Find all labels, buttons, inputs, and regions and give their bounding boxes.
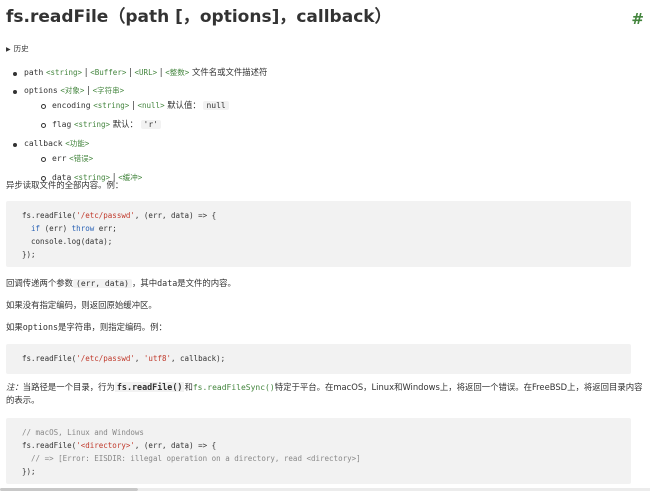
paragraph-options-string: 如果options是字符串，则指定编码。例： — [6, 322, 167, 332]
type-link[interactable]: <Buffer> — [90, 68, 126, 77]
page-title: fs.readFile（path [，options]，callback） — [6, 7, 392, 27]
history-label: 历史 — [13, 44, 29, 53]
param-name: path — [24, 68, 44, 77]
code-block-example-3: // macOS, Linux and Windows fs.readFile(… — [6, 418, 631, 484]
param-data: data <string> | <缓冲> — [40, 171, 632, 184]
history-toggle[interactable]: ▶ 历史 — [6, 43, 29, 54]
type-link[interactable]: <功能> — [65, 139, 89, 148]
paragraph-callback-args: 回调传递两个参数 (err, data) ，其中data是文件的内容。 — [6, 278, 236, 288]
type-link[interactable]: <null> — [138, 101, 165, 110]
paragraph-note: 注：当路径是一个目录，行为 fs.readFile() 和fs.readFileSy… — [6, 382, 643, 405]
code-block-example-2: fs.readFile('/etc/passwd', 'utf8', callb… — [6, 344, 631, 374]
type-link[interactable]: <对象> — [60, 86, 84, 95]
param-name: options — [24, 86, 58, 95]
default-value: 'r' — [140, 120, 161, 129]
type-link[interactable]: <string> — [93, 101, 129, 110]
param-err: err <错误> — [40, 152, 632, 165]
param-name: err — [52, 154, 67, 163]
param-name: encoding — [52, 101, 91, 110]
type-link[interactable]: <URL> — [135, 68, 158, 77]
param-name: callback — [24, 139, 63, 148]
paragraph-async-read: 异步读取文件的全部内容。例： — [6, 180, 124, 190]
param-callback: callback <功能> err <错误> data <string> | <… — [12, 137, 632, 184]
note-label: 注： — [6, 382, 23, 392]
param-name: flag — [52, 120, 72, 129]
section-anchor-link[interactable]: # — [631, 8, 644, 31]
param-path: path <string> | <Buffer> | <URL> | <整数> … — [12, 66, 632, 79]
param-flag: flag <string> 默认： 'r' — [40, 118, 632, 131]
type-link[interactable]: <string> — [74, 120, 110, 129]
type-link[interactable]: <字符串> — [93, 86, 125, 95]
triangle-right-icon: ▶ — [6, 46, 11, 53]
param-options: options <对象> | <字符串> encoding <string> |… — [12, 84, 632, 131]
paragraph-no-encoding: 如果没有指定编码，则返回原始缓冲区。 — [6, 300, 157, 310]
type-link[interactable]: <整数> — [165, 68, 189, 77]
default-label: 默认值： — [167, 100, 201, 110]
default-label: 默认： — [112, 119, 138, 129]
default-value: null — [203, 101, 229, 110]
type-link[interactable]: <string> — [46, 68, 82, 77]
fs-readfilesync-link[interactable]: fs.readFileSync() — [193, 383, 275, 392]
code-block-example-1: fs.readFile('/etc/passwd', (err, data) =… — [6, 201, 631, 267]
param-description: 文件名或文件描述符 — [191, 67, 268, 77]
fs-readfile-code: fs.readFile() — [114, 382, 185, 392]
parameter-list: path <string> | <Buffer> | <URL> | <整数> … — [12, 66, 632, 190]
type-link[interactable]: <错误> — [69, 154, 93, 163]
param-encoding: encoding <string> | <null> 默认值： null — [40, 99, 632, 112]
